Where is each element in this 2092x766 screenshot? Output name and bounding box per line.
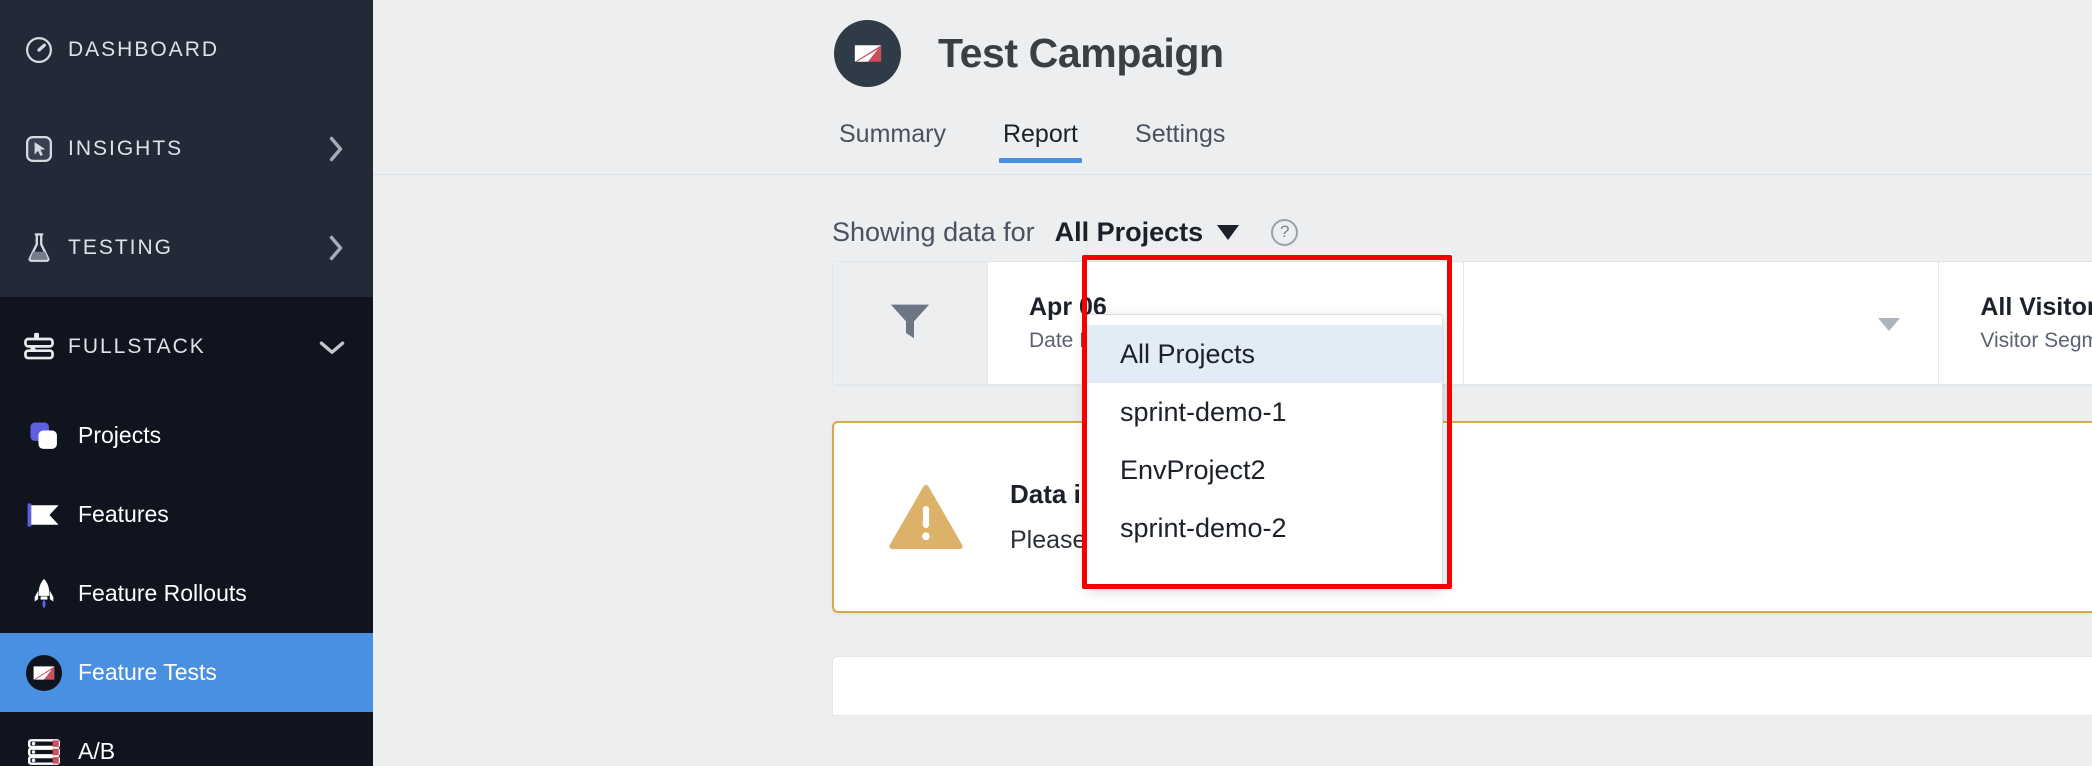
- sidebar-item-label: Projects: [78, 422, 162, 448]
- campaign-header: Test Campaign Summary Report Settings: [373, 0, 2092, 175]
- chevron-down-icon: [1217, 224, 1240, 240]
- sidebar-item-label: A/B: [78, 738, 116, 764]
- sidebar-item-label: Feature Tests: [78, 659, 217, 685]
- sidebar-fullstack-section: FULLSTACK Projects Features Feature Roll…: [0, 297, 373, 766]
- project-select-value: All Projects: [1054, 216, 1204, 247]
- filter-bar: Apr 06 Date Filter All Visitors Visitor …: [832, 261, 2092, 385]
- showing-data-label: Showing data for: [832, 216, 1035, 247]
- tab-settings[interactable]: Settings: [1135, 120, 1225, 163]
- sidebar-group-insights[interactable]: INSIGHTS: [0, 99, 373, 198]
- chevron-down-icon: [317, 336, 347, 358]
- rocket-icon: [16, 577, 72, 611]
- project-select-dropdown[interactable]: All Projects: [1055, 217, 1240, 248]
- funnel-filter-button[interactable]: [833, 262, 988, 384]
- fullstack-server-icon: [16, 331, 62, 363]
- tab-report[interactable]: Report: [998, 120, 1083, 163]
- chevron-down-icon: [1878, 318, 1901, 331]
- features-flag-icon: [16, 502, 72, 528]
- sidebar-group-label: DASHBOARD: [68, 37, 220, 61]
- visitor-segments-cell[interactable]: All Visitors Visitor Segments: [1939, 262, 2092, 384]
- sidebar-group-label: TESTING: [68, 235, 174, 259]
- project-dropdown-menu: All Projects sprint-demo-1 EnvProject2 s…: [1086, 314, 1443, 586]
- dropdown-option-envproject2[interactable]: EnvProject2: [1087, 441, 1442, 499]
- sidebar-group-testing[interactable]: TESTING: [0, 198, 373, 297]
- dropdown-option-sprint-demo-1[interactable]: sprint-demo-1: [1087, 383, 1442, 441]
- sidebar-item-feature-tests[interactable]: Feature Tests: [0, 633, 373, 712]
- visitor-segment-value: All Visitors: [1980, 293, 2092, 321]
- sidebar: DASHBOARD INSIGHTS TESTING FULLSTACK Pro…: [0, 0, 373, 766]
- next-section-card: [832, 656, 2092, 716]
- sidebar-item-label: Features: [78, 501, 169, 527]
- sidebar-item-feature-rollouts[interactable]: Feature Rollouts: [0, 554, 373, 633]
- page-title: Test Campaign: [938, 30, 1224, 76]
- chevron-right-icon: [325, 233, 347, 263]
- campaign-logo-icon: [834, 20, 901, 87]
- sidebar-group-label: FULLSTACK: [68, 334, 206, 358]
- campaign-head: Test Campaign: [373, 0, 2092, 87]
- funnel-icon: [888, 301, 932, 346]
- help-icon[interactable]: ?: [1271, 218, 1299, 246]
- app-root: DASHBOARD INSIGHTS TESTING FULLSTACK Pro…: [0, 0, 2092, 766]
- sidebar-item-label: Feature Rollouts: [78, 580, 247, 606]
- main-content: Test Campaign Summary Report Settings Sh…: [373, 0, 2092, 766]
- sidebar-item-projects[interactable]: Projects: [0, 396, 373, 475]
- sidebar-group-dashboard[interactable]: DASHBOARD: [0, 0, 373, 99]
- tab-bar: Summary Report Settings: [373, 101, 2092, 163]
- chevron-right-icon: [325, 134, 347, 164]
- sidebar-item-ab[interactable]: A/B: [0, 712, 373, 766]
- warning-triangle-icon: [880, 484, 972, 550]
- ab-list-icon: [16, 738, 72, 766]
- testing-flask-icon: [16, 232, 62, 264]
- secondary-filter-cell[interactable]: [1464, 262, 1940, 384]
- sidebar-item-features[interactable]: Features: [0, 475, 373, 554]
- dropdown-option-sprint-demo-2[interactable]: sprint-demo-2: [1087, 499, 1442, 557]
- sidebar-top-groups: DASHBOARD INSIGHTS TESTING: [0, 0, 373, 297]
- sidebar-group-label: INSIGHTS: [68, 136, 184, 160]
- visitor-segment-label: Visitor Segments: [1980, 329, 2092, 352]
- tab-summary[interactable]: Summary: [839, 120, 946, 163]
- warning-banner: Data is not being tracked properly Pleas…: [832, 421, 2092, 613]
- projects-stack-icon: [16, 420, 72, 452]
- dashboard-gauge-icon: [16, 35, 62, 65]
- insights-cursor-icon: [16, 134, 62, 164]
- showing-data-row: Showing data for All Projects ?: [373, 175, 2092, 247]
- dropdown-option-all-projects[interactable]: All Projects: [1087, 325, 1442, 383]
- feature-tests-logo-icon: [16, 654, 72, 692]
- sidebar-group-fullstack[interactable]: FULLSTACK: [0, 297, 373, 396]
